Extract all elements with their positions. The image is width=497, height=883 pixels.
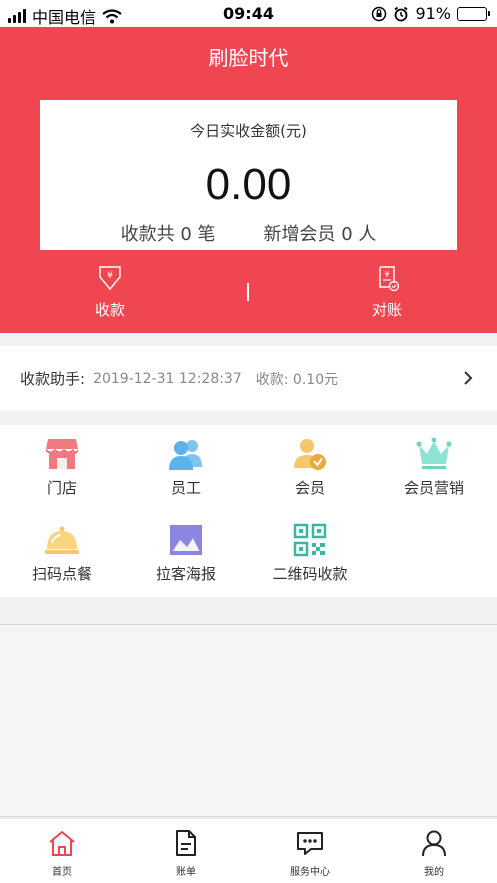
page-title: 刷脸时代: [208, 46, 289, 70]
tab-bill[interactable]: 账单: [124, 829, 248, 878]
svg-text:¥: ¥: [384, 270, 389, 279]
yuan-download-icon: ¥: [99, 266, 121, 291]
feature-scan-order-label: 扫码点餐: [31, 565, 92, 583]
helper-label: 收款助手:: [20, 370, 86, 388]
chat-icon: [297, 832, 323, 855]
feature-grid: 门店 员工 会员 会员营销 扫码点餐 拉客海报 二维码收款: [0, 425, 497, 597]
payment-count: 收款共 0 笔: [120, 224, 216, 245]
tab-mine[interactable]: 我的: [372, 829, 496, 878]
status-bar: 中国电信 09:44 91%: [0, 0, 497, 27]
bill-icon: [176, 830, 196, 856]
staff-icon: [169, 440, 202, 470]
dish-cover-icon: [45, 526, 79, 554]
helper-time: 2019-12-31 12:28:37: [93, 370, 242, 387]
battery-icon: [457, 6, 490, 21]
feature-poster-label: 拉客海报: [155, 565, 216, 583]
feature-staff[interactable]: 员工: [124, 437, 248, 498]
feature-scan-order[interactable]: 扫码点餐: [0, 523, 124, 584]
alarm-icon: [394, 6, 408, 21]
receipt-check-icon: ¥: [379, 266, 400, 292]
reconcile-label: 对账: [371, 301, 402, 319]
feature-store[interactable]: 门店: [0, 437, 124, 498]
user-icon: [422, 830, 446, 857]
svg-text:¥: ¥: [107, 271, 113, 281]
feature-qr-payment[interactable]: 二维码收款: [248, 523, 372, 584]
feature-staff-label: 员工: [170, 479, 201, 497]
hero-panel: 刷脸时代 今日实收金额(元) 0.00 收款共 0 笔 新增会员 0 人 ¥ 收…: [0, 27, 497, 333]
feature-poster[interactable]: 拉客海报: [124, 523, 248, 584]
tab-mine-label: 我的: [424, 867, 444, 878]
actions-divider: [247, 283, 249, 301]
poster-icon: [170, 525, 202, 555]
member-icon: [294, 439, 326, 470]
reconcile-button[interactable]: ¥ 对账: [337, 265, 437, 320]
chevron-right-icon: [464, 371, 473, 385]
battery-percent: 91%: [415, 4, 451, 23]
feature-qr-payment-label: 二维码收款: [272, 565, 348, 583]
home-icon: [49, 831, 75, 856]
banner-area[interactable]: [0, 624, 497, 817]
feature-store-label: 门店: [46, 479, 77, 497]
feature-member[interactable]: 会员: [248, 437, 372, 498]
payment-helper-row[interactable]: 收款助手: 2019-12-31 12:28:37 收款: 0.10元: [0, 346, 497, 411]
collect-payment-button[interactable]: ¥ 收款: [60, 265, 160, 320]
new-member-count: 新增会员 0 人: [263, 224, 377, 245]
tab-service-center-label: 服务中心: [290, 867, 330, 878]
helper-amount: 收款: 0.10元: [255, 371, 339, 388]
today-amount-label: 今日实收金额(元): [190, 122, 307, 140]
today-amount-value: 0.00: [205, 160, 292, 209]
feature-member-marketing-label: 会员营销: [403, 479, 464, 497]
tab-service-center[interactable]: 服务中心: [248, 829, 372, 878]
feature-member-label: 会员: [294, 479, 325, 497]
tab-home[interactable]: 首页: [0, 829, 124, 878]
tab-home-label: 首页: [52, 867, 72, 878]
qr-code-icon: [293, 523, 327, 557]
store-icon: [46, 439, 78, 469]
crown-icon: [416, 437, 452, 469]
tab-bill-label: 账单: [176, 867, 196, 878]
collect-payment-label: 收款: [94, 301, 125, 319]
feature-member-marketing[interactable]: 会员营销: [372, 437, 496, 498]
orientation-lock-icon: [372, 6, 387, 21]
tab-bar: 首页 账单 服务中心 我的: [0, 818, 497, 883]
today-summary-card: 今日实收金额(元) 0.00 收款共 0 笔 新增会员 0 人: [40, 100, 457, 250]
